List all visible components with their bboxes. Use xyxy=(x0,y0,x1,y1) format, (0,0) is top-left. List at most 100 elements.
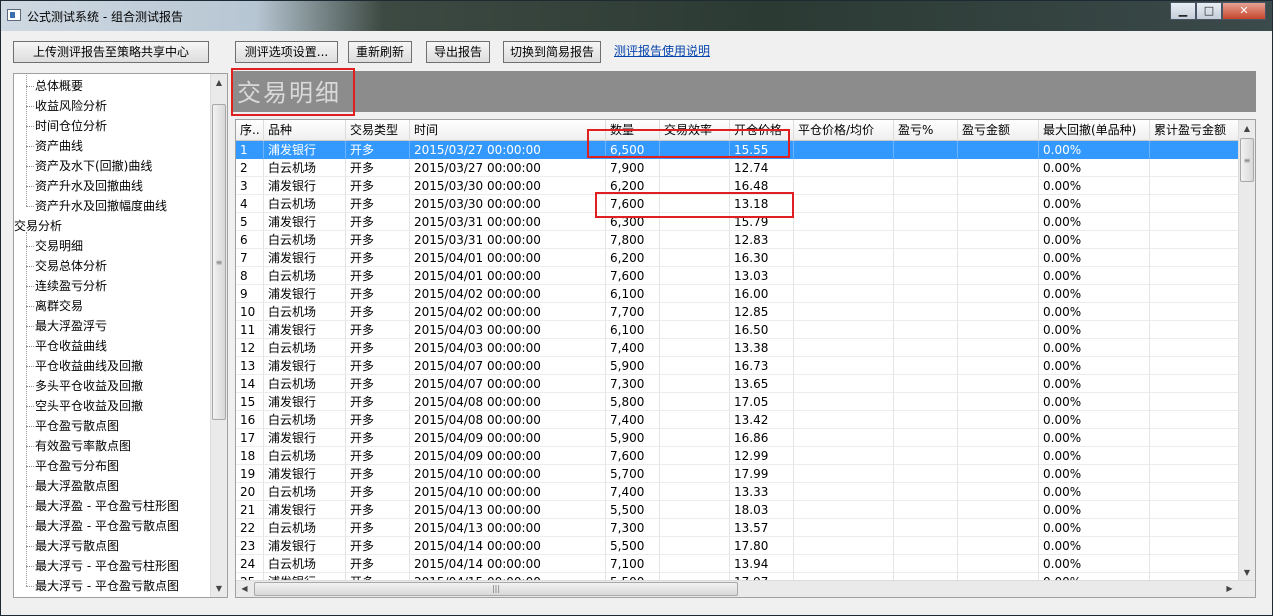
table-row[interactable]: 16 白云机场 开多 2015/04/08 00:00:00 7,400 13.42 0.0… xyxy=(236,411,1239,429)
column-header[interactable]: 最大回撤(单品种) xyxy=(1039,120,1150,141)
title-bar[interactable]: 公式测试系统 - 组合测试报告 ▁ □ ✕ xyxy=(1,1,1272,31)
column-header[interactable]: 时间 xyxy=(410,120,606,141)
table-cell: 浦发银行 xyxy=(264,321,346,339)
tree-item[interactable]: 连续盈亏分析 xyxy=(14,276,107,296)
column-header[interactable]: 盈亏金额 xyxy=(958,120,1039,141)
table-cell xyxy=(794,537,894,555)
table-cell: 浦发银行 xyxy=(264,213,346,231)
table-cell: 开多 xyxy=(346,501,410,519)
table-cell: 0.00% xyxy=(1039,231,1150,249)
table-cell xyxy=(660,501,730,519)
column-header[interactable]: 盈亏% xyxy=(894,120,958,141)
table-row[interactable]: 23 浦发银行 开多 2015/04/14 00:00:00 5,500 17.80 0.0… xyxy=(236,537,1239,555)
tree-item[interactable]: 平仓收益曲线及回撤 xyxy=(14,356,143,376)
table-row[interactable]: 24 白云机场 开多 2015/04/14 00:00:00 7,100 13.94 0.0… xyxy=(236,555,1239,573)
table-row[interactable]: 18 白云机场 开多 2015/04/09 00:00:00 7,600 12.99 0.0… xyxy=(236,447,1239,465)
scroll-thumb[interactable]: ||| xyxy=(254,582,738,596)
tree-item[interactable]: 多头平仓收益及回撤 xyxy=(14,376,143,396)
table-row[interactable]: 13 浦发银行 开多 2015/04/07 00:00:00 5,900 16.73 0.0… xyxy=(236,357,1239,375)
tree-item[interactable]: 资产曲线 xyxy=(14,136,83,156)
tree-item[interactable]: 最大浮盈 - 平仓盈亏柱形图 xyxy=(14,496,179,516)
table-cell: 开多 xyxy=(346,213,410,231)
tree-item[interactable]: 平仓盈亏分布图 xyxy=(14,456,119,476)
table-row[interactable]: 12 白云机场 开多 2015/04/03 00:00:00 7,400 13.38 0.0… xyxy=(236,339,1239,357)
scroll-down-arrow-icon[interactable]: ▼ xyxy=(211,580,227,597)
tree-item[interactable]: 收益风险分析 xyxy=(14,96,107,116)
table-cell: 17.80 xyxy=(730,537,794,555)
sidebar-scrollbar[interactable]: ▲ ≡ ▼ xyxy=(210,74,227,597)
table-cell xyxy=(894,555,958,573)
tree-item[interactable]: 有效盈亏率散点图 xyxy=(14,436,131,456)
table-row[interactable]: 6 白云机场 开多 2015/03/31 00:00:00 7,800 12.83 0.00… xyxy=(236,231,1239,249)
tree-item[interactable]: 最大浮亏 - 平仓盈亏散点图 xyxy=(14,576,179,596)
tree-item[interactable]: 最大浮亏 - 平仓盈亏柱形图 xyxy=(14,556,179,576)
table-row[interactable]: 2 白云机场 开多 2015/03/27 00:00:00 7,900 12.74 0.00… xyxy=(236,159,1239,177)
report-help-link[interactable]: 测评报告使用说明 xyxy=(614,42,710,59)
table-row[interactable]: 22 白云机场 开多 2015/04/13 00:00:00 7,300 13.57 0.0… xyxy=(236,519,1239,537)
test-options-button[interactable]: 测评选项设置... xyxy=(235,41,338,63)
scroll-left-arrow-icon[interactable]: ◀ xyxy=(236,581,253,597)
table-row[interactable]: 9 浦发银行 开多 2015/04/02 00:00:00 6,100 16.00 0.00… xyxy=(236,285,1239,303)
tree-item[interactable]: 资产升水及回撤幅度曲线 xyxy=(14,196,167,216)
table-row[interactable]: 7 浦发银行 开多 2015/04/01 00:00:00 6,200 16.30 0.00… xyxy=(236,249,1239,267)
table-cell xyxy=(660,357,730,375)
table-cell: 白云机场 xyxy=(264,303,346,321)
table-row[interactable]: 11 浦发银行 开多 2015/04/03 00:00:00 6,100 16.50 0.0… xyxy=(236,321,1239,339)
scroll-up-arrow-icon[interactable]: ▲ xyxy=(1239,120,1255,137)
table-cell xyxy=(794,519,894,537)
table-cell: 白云机场 xyxy=(264,231,346,249)
table-row[interactable]: 10 白云机场 开多 2015/04/02 00:00:00 7,700 12.85 0.0… xyxy=(236,303,1239,321)
table-vertical-scrollbar[interactable]: ▲ ≡ ▼ xyxy=(1238,120,1255,581)
tree-item[interactable]: 交易分析 xyxy=(14,216,62,236)
tree-item[interactable]: 最大浮盈 - 平仓盈亏散点图 xyxy=(14,516,179,536)
tree-item-label: 收益风险分析 xyxy=(35,99,108,113)
table-cell xyxy=(794,141,894,159)
table-row[interactable]: 8 白云机场 开多 2015/04/01 00:00:00 7,600 13.03 0.00… xyxy=(236,267,1239,285)
table-row[interactable]: 14 白云机场 开多 2015/04/07 00:00:00 7,300 13.65 0.0… xyxy=(236,375,1239,393)
tree-item[interactable]: 最大浮盈散点图 xyxy=(14,476,119,496)
table-cell xyxy=(660,159,730,177)
tree-item[interactable]: 时间仓位分析 xyxy=(14,116,107,136)
tree-item[interactable]: 平仓收益曲线 xyxy=(14,336,107,356)
table-cell: 浦发银行 xyxy=(264,501,346,519)
column-header[interactable]: 品种 xyxy=(264,120,346,141)
table-cell xyxy=(794,483,894,501)
close-button[interactable]: ✕ xyxy=(1222,2,1266,20)
table-cell: 12 xyxy=(236,339,264,357)
table-cell xyxy=(958,393,1039,411)
column-header[interactable]: 交易类型 xyxy=(346,120,410,141)
tree-item[interactable]: 空头平仓收益及回撤 xyxy=(14,396,143,416)
table-row[interactable]: 15 浦发银行 开多 2015/04/08 00:00:00 5,800 17.05 0.0… xyxy=(236,393,1239,411)
upload-report-button[interactable]: 上传测评报告至策略共享中心 xyxy=(13,41,209,63)
export-report-button[interactable]: 导出报告 xyxy=(426,41,490,63)
table-cell: 0.00% xyxy=(1039,537,1150,555)
scroll-down-arrow-icon[interactable]: ▼ xyxy=(1239,564,1255,581)
maximize-button[interactable]: □ xyxy=(1196,2,1222,20)
table-cell: 2015/04/01 00:00:00 xyxy=(410,267,606,285)
table-row[interactable]: 19 浦发银行 开多 2015/04/10 00:00:00 5,700 17.99 0.0… xyxy=(236,465,1239,483)
refresh-button[interactable]: 重新刷新 xyxy=(348,41,412,63)
column-header[interactable]: 平仓价格/均价 xyxy=(794,120,894,141)
tree-item[interactable]: 资产升水及回撤曲线 xyxy=(14,176,143,196)
column-header[interactable]: 序.. xyxy=(236,120,264,141)
app-icon xyxy=(7,9,21,21)
table-row[interactable]: 17 浦发银行 开多 2015/04/09 00:00:00 5,900 16.86 0.0… xyxy=(236,429,1239,447)
table-row[interactable]: 20 白云机场 开多 2015/04/10 00:00:00 7,400 13.33 0.0… xyxy=(236,483,1239,501)
tree-item[interactable]: 最大浮亏散点图 xyxy=(14,536,119,556)
tree-item[interactable]: 资产及水下(回撤)曲线 xyxy=(14,156,152,176)
tree-item[interactable]: 离群交易 xyxy=(14,296,83,316)
minimize-button[interactable]: ▁ xyxy=(1170,2,1196,20)
switch-simple-report-button[interactable]: 切换到简易报告 xyxy=(503,41,601,63)
tree-item[interactable]: 最大浮盈浮亏 xyxy=(14,316,107,336)
scroll-up-arrow-icon[interactable]: ▲ xyxy=(211,74,227,91)
table-cell: 0.00% xyxy=(1039,267,1150,285)
table-horizontal-scrollbar[interactable]: ◀ ||| ▶ xyxy=(236,580,1255,597)
tree-item[interactable]: 交易总体分析 xyxy=(14,256,107,276)
scroll-right-arrow-icon[interactable]: ▶ xyxy=(1221,581,1238,597)
column-header[interactable]: 累计盈亏金额 xyxy=(1150,120,1239,141)
tree-item[interactable]: 交易明细 xyxy=(14,236,84,256)
table-cell: 0.00% xyxy=(1039,141,1150,159)
tree-item[interactable]: 平仓盈亏散点图 xyxy=(14,416,119,436)
tree-item[interactable]: 总体概要 xyxy=(14,76,83,96)
table-row[interactable]: 21 浦发银行 开多 2015/04/13 00:00:00 5,500 18.03 0.0… xyxy=(236,501,1239,519)
